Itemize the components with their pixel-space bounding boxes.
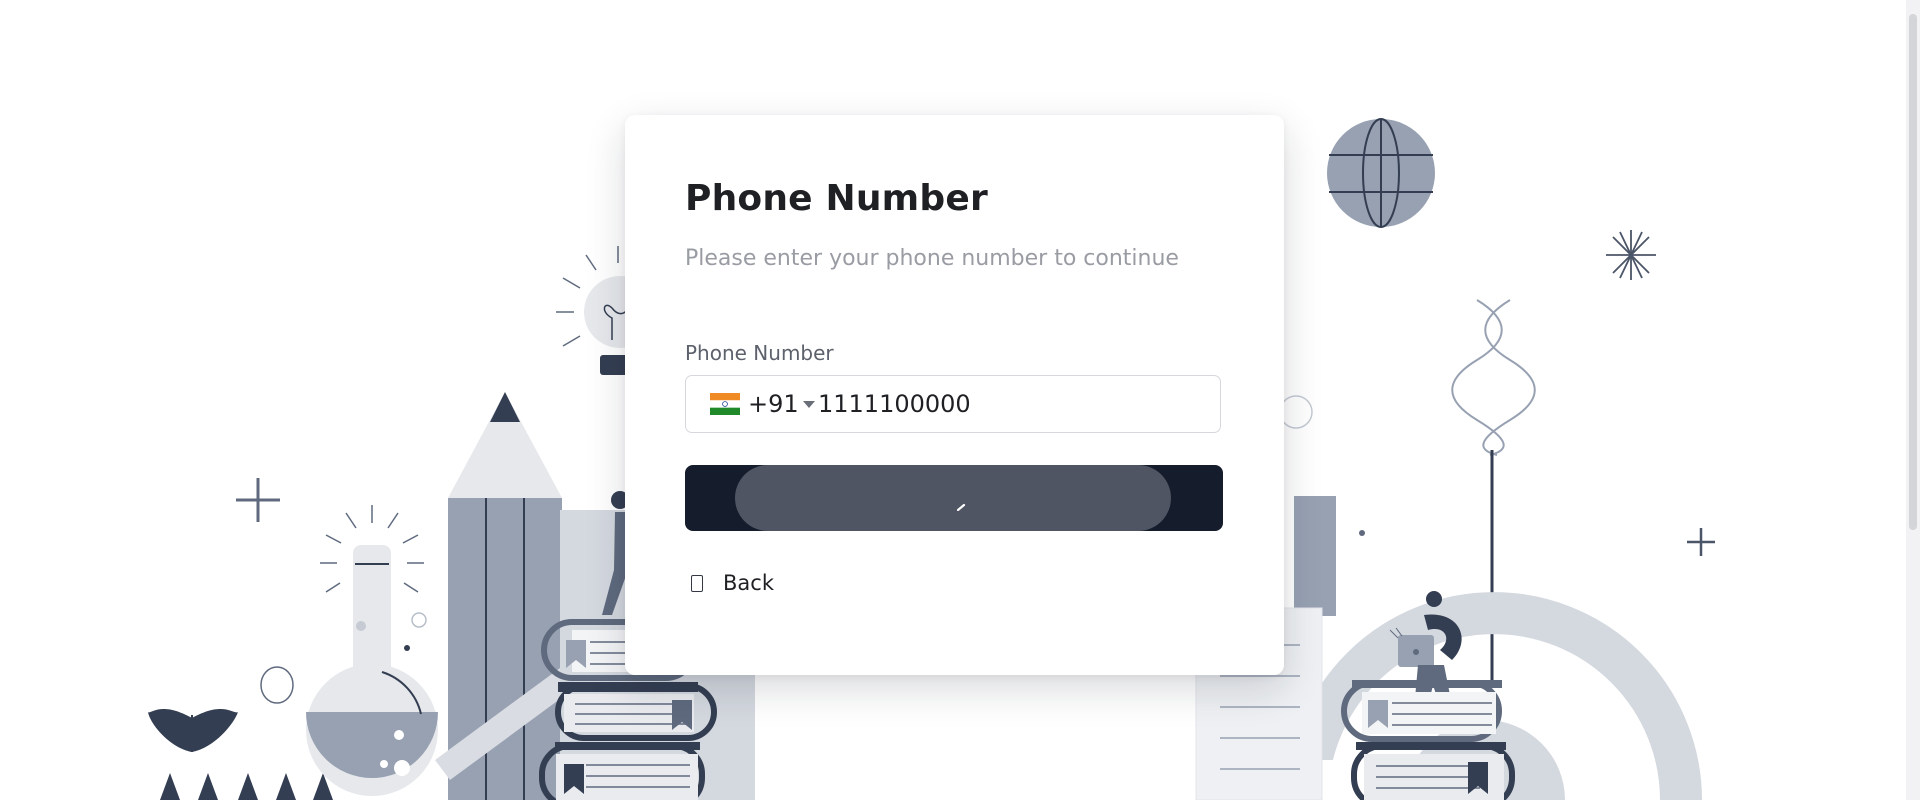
back-button[interactable]: Back [691,571,774,595]
sparkle-icon [1606,230,1656,280]
phone-number-input[interactable] [818,384,1198,424]
back-label: Back [723,571,774,595]
chevron-down-icon [802,400,815,408]
page-title: Phone Number [685,178,988,219]
country-code-select[interactable]: +91 [710,376,815,432]
india-flag-icon [710,393,740,415]
plus-icon [1687,528,1715,556]
continue-button[interactable] [685,465,1223,531]
scrollbar-thumb[interactable] [1909,14,1917,530]
page-subtitle: Please enter your phone number to contin… [685,246,1179,271]
button-loading-overlay [735,465,1171,531]
plant-illustration [148,708,333,800]
page-scrollbar[interactable] [1906,0,1920,800]
loading-spinner-icon [957,503,966,511]
login-card: Phone Number Please enter your phone num… [625,115,1284,675]
phone-number-field: +91 [685,375,1221,433]
globe-illustration [1327,118,1435,228]
phone-number-label: Phone Number [685,341,834,365]
phone-outline-icon [691,574,703,592]
flask-illustration [306,505,438,796]
dial-code: +91 [748,390,799,418]
dna-illustration [1451,299,1536,456]
plus-icon [236,478,280,522]
